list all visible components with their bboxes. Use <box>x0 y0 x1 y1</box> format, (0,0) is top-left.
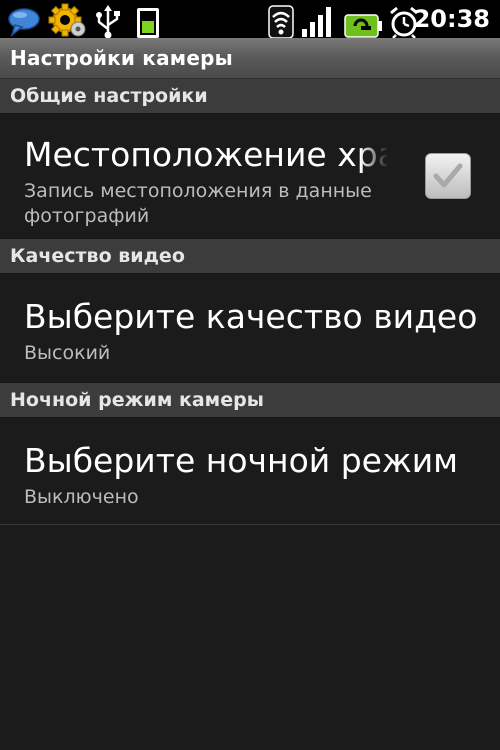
list-divider <box>0 524 500 525</box>
category-label: Ночной режим камеры <box>10 389 264 411</box>
pref-title: Местоположение хранения <box>24 135 388 174</box>
page-title: Настройки камеры <box>10 46 233 70</box>
category-header-video-quality: Качество видео <box>0 239 500 273</box>
usb-icon <box>96 5 120 39</box>
checkmark-icon <box>433 163 463 188</box>
category-header-general: Общие настройки <box>0 79 500 113</box>
preferences-list[interactable]: Общие настройки Местоположение хранения … <box>0 79 500 750</box>
chat-notification-icon <box>8 8 40 38</box>
category-header-night-mode: Ночной режим камеры <box>0 383 500 417</box>
pref-item-store-location[interactable]: Местоположение хранения Запись местополо… <box>0 113 500 239</box>
title-bar: Настройки камеры <box>0 38 500 79</box>
pref-title: Выберите ночной режим <box>24 441 459 480</box>
pref-item-night-mode[interactable]: Выберите ночной режим Выключено <box>0 417 500 524</box>
category-label: Качество видео <box>10 245 185 267</box>
pref-summary: Высокий <box>24 342 111 364</box>
pref-summary: Запись местоположения в данные фотографи… <box>24 180 372 227</box>
signal-icon <box>302 7 331 37</box>
store-location-checkbox[interactable] <box>425 153 471 199</box>
pref-item-video-quality[interactable]: Выберите качество видео Высокий <box>0 273 500 381</box>
sd-card-icon <box>137 8 159 38</box>
status-time: 20:38 <box>413 5 490 33</box>
status-bar: 20:38 <box>0 0 500 39</box>
category-label: Общие настройки <box>10 85 208 107</box>
settings-gear-icon <box>48 3 86 37</box>
pref-title: Выберите качество видео <box>24 297 478 336</box>
wifi-icon <box>268 5 294 39</box>
pref-summary: Выключено <box>24 486 139 508</box>
